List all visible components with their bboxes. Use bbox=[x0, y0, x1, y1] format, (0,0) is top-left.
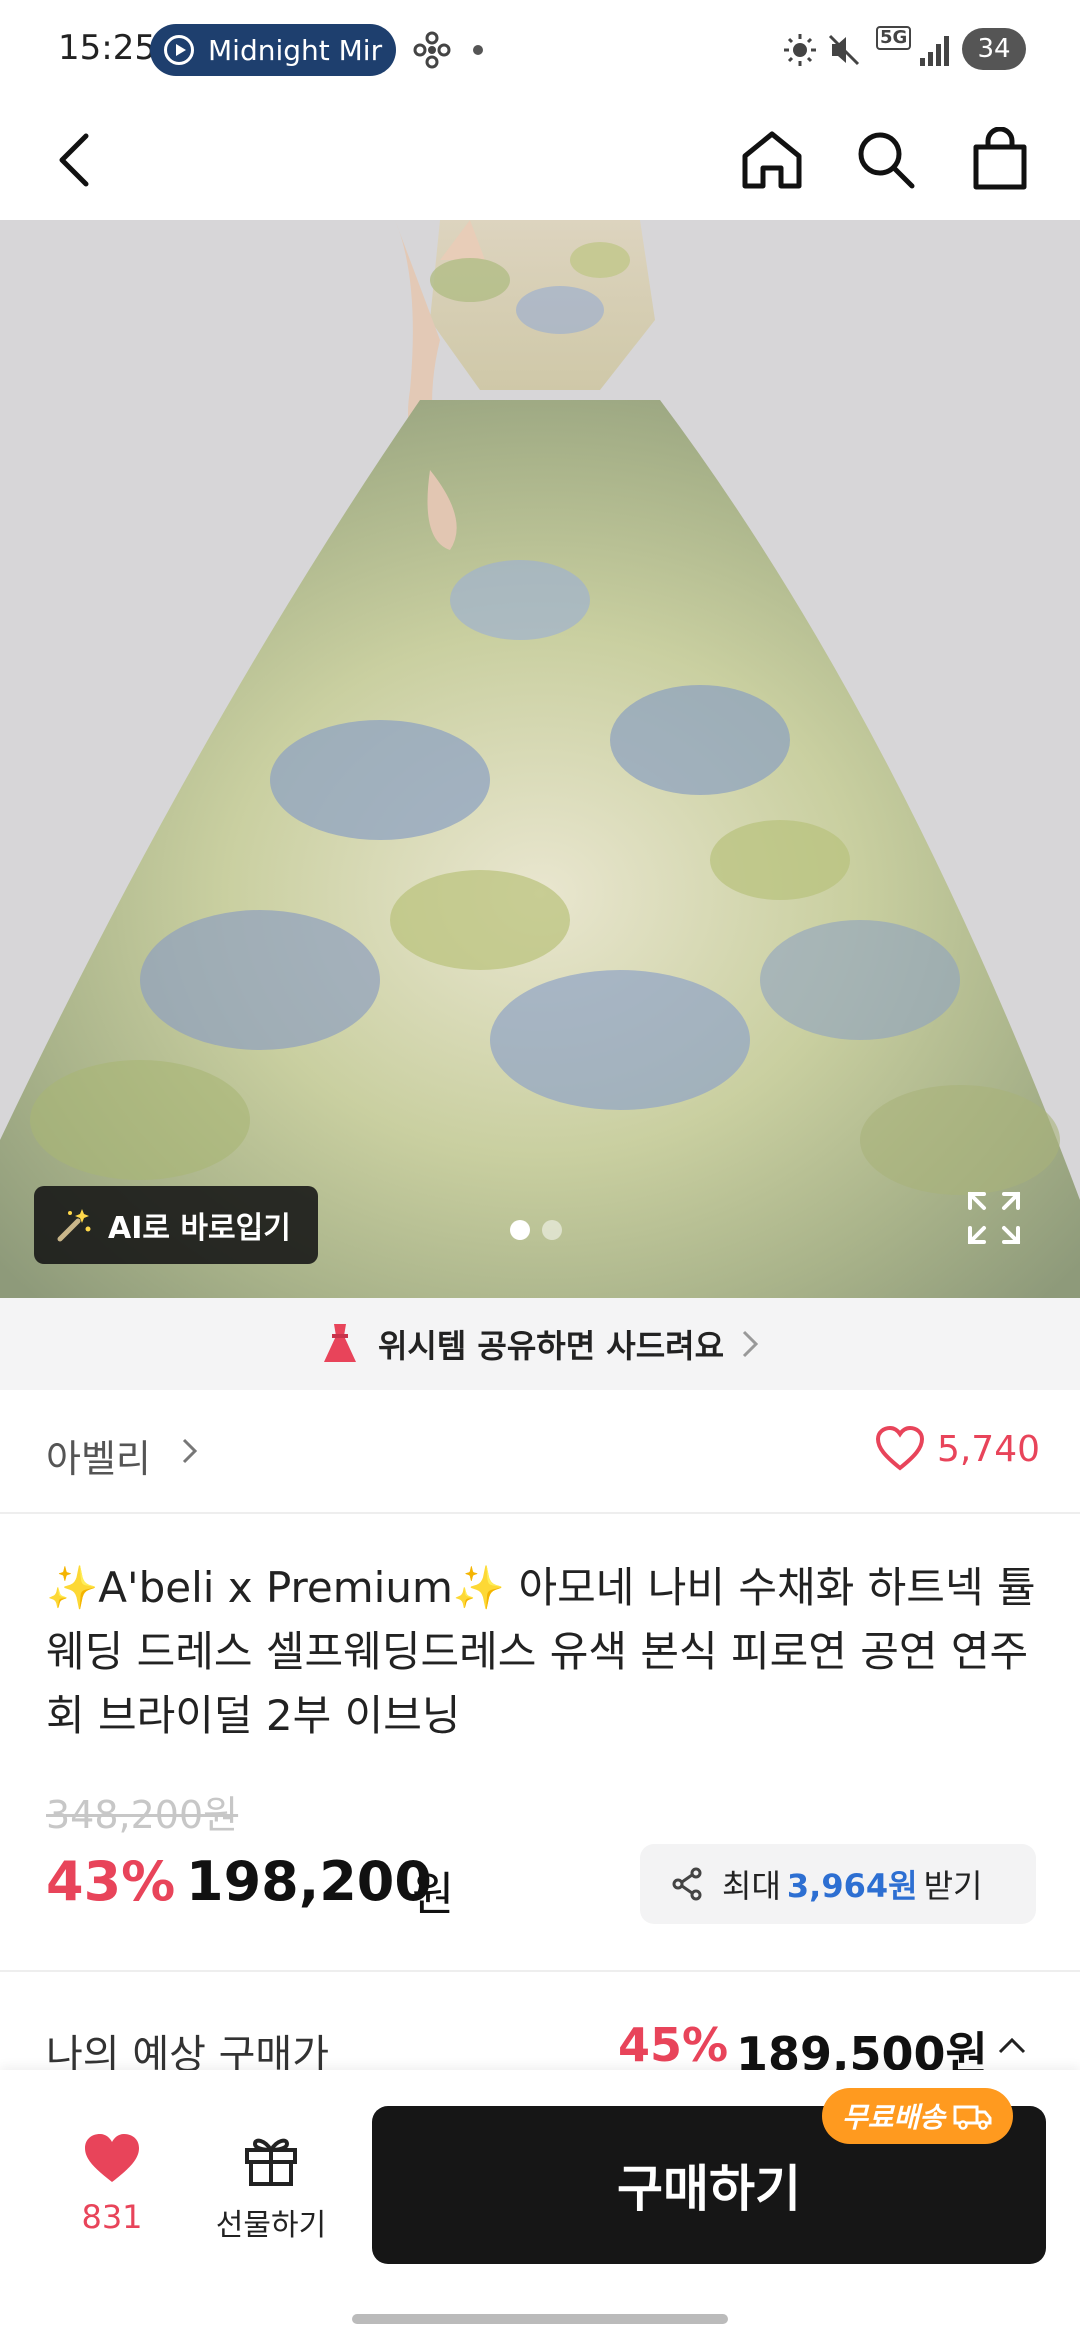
back-button[interactable] bbox=[34, 120, 114, 200]
chevron-right-icon bbox=[743, 1330, 759, 1358]
gift-label: 선물하기 bbox=[215, 2208, 327, 2243]
magic-wand-icon bbox=[57, 1209, 91, 1242]
product-photo-dress bbox=[0, 220, 1080, 1298]
back-arrow-icon bbox=[59, 133, 89, 187]
like-button[interactable]: 831 bbox=[62, 2132, 162, 2236]
share-icon bbox=[672, 1867, 702, 1901]
reward-suffix: 받기 bbox=[923, 1867, 983, 1905]
brand-name-link[interactable]: 아벨리 bbox=[46, 1428, 151, 1483]
brand-like-button[interactable]: 5,740 bbox=[875, 1426, 1040, 1472]
status-time: 15:25 bbox=[58, 28, 156, 68]
notification-dot-icon bbox=[473, 45, 483, 55]
gift-icon bbox=[245, 2138, 297, 2186]
free-shipping-label: 무료배송 bbox=[842, 2101, 946, 2134]
search-button[interactable] bbox=[846, 120, 926, 200]
brand-like-count: 5,740 bbox=[936, 1428, 1040, 1470]
play-icon bbox=[164, 35, 194, 65]
ai-try-on-button[interactable]: AI로 바로입기 bbox=[34, 1186, 318, 1264]
carousel-dot bbox=[542, 1220, 562, 1240]
brand-row: 아벨리 5,740 bbox=[0, 1390, 1080, 1514]
free-shipping-badge: 무료배송 bbox=[822, 2088, 1014, 2144]
top-nav bbox=[0, 100, 1080, 220]
reward-amount: 3,964원 bbox=[786, 1867, 918, 1905]
chevron-right-icon bbox=[182, 1438, 198, 1464]
expected-discount: 45% bbox=[618, 2018, 729, 2072]
like-count: 831 bbox=[81, 2198, 143, 2236]
truck-icon bbox=[953, 2105, 992, 2130]
battery-indicator: 34 bbox=[962, 28, 1026, 70]
sale-price: 198,200 bbox=[186, 1850, 432, 1913]
discount-rate: 43% bbox=[46, 1850, 176, 1913]
section-divider bbox=[0, 1970, 1080, 1972]
home-button[interactable] bbox=[732, 120, 812, 200]
expand-icon[interactable] bbox=[964, 1188, 1024, 1248]
fan-icon bbox=[413, 31, 451, 69]
wish-banner-text: 위시템 공유하면 사드려요 bbox=[377, 1327, 725, 1365]
carousel-dot bbox=[510, 1220, 530, 1240]
home-indicator[interactable] bbox=[352, 2314, 728, 2324]
product-image-carousel[interactable]: AI로 바로입기 bbox=[0, 220, 1080, 1298]
ai-try-on-label: AI로 바로입기 bbox=[108, 1211, 291, 1246]
heart-outline-icon bbox=[875, 1426, 924, 1471]
shopping-bag-icon bbox=[973, 127, 1027, 190]
share-reward-button[interactable]: 최대 3,964원 받기 bbox=[640, 1844, 1036, 1924]
signal-icon bbox=[920, 36, 949, 66]
gift-button[interactable]: 선물하기 bbox=[196, 2132, 346, 2244]
media-pill[interactable]: Midnight Mir bbox=[150, 24, 396, 76]
original-price: 348,200원 bbox=[46, 1793, 239, 1837]
chevron-up-icon[interactable] bbox=[996, 2036, 1028, 2056]
currency-unit: 원 bbox=[412, 1867, 455, 1921]
mute-icon bbox=[828, 34, 860, 66]
bottom-action-bar: 831 선물하기 구매하기 무료배송 bbox=[0, 2070, 1080, 2340]
wish-share-banner[interactable]: 위시템 공유하면 사드려요 bbox=[0, 1298, 1080, 1390]
brightness-icon bbox=[784, 34, 816, 66]
home-icon bbox=[742, 131, 802, 189]
search-icon bbox=[858, 132, 915, 189]
media-title: Midnight Mir bbox=[208, 33, 383, 67]
cart-button[interactable] bbox=[960, 120, 1040, 200]
heart-filled-icon bbox=[85, 2134, 139, 2182]
network-type: 5G bbox=[876, 26, 912, 50]
status-bar: 15:25 Midnight Mir 5G 34 bbox=[0, 0, 1080, 100]
dress-icon bbox=[323, 1324, 356, 1362]
carousel-indicator bbox=[510, 1220, 562, 1240]
product-title: ✨A'beli x Premium✨ 아모네 나비 수채화 하트넥 튤 웨딩 드… bbox=[46, 1563, 1036, 1740]
reward-prefix: 최대 bbox=[722, 1867, 781, 1905]
